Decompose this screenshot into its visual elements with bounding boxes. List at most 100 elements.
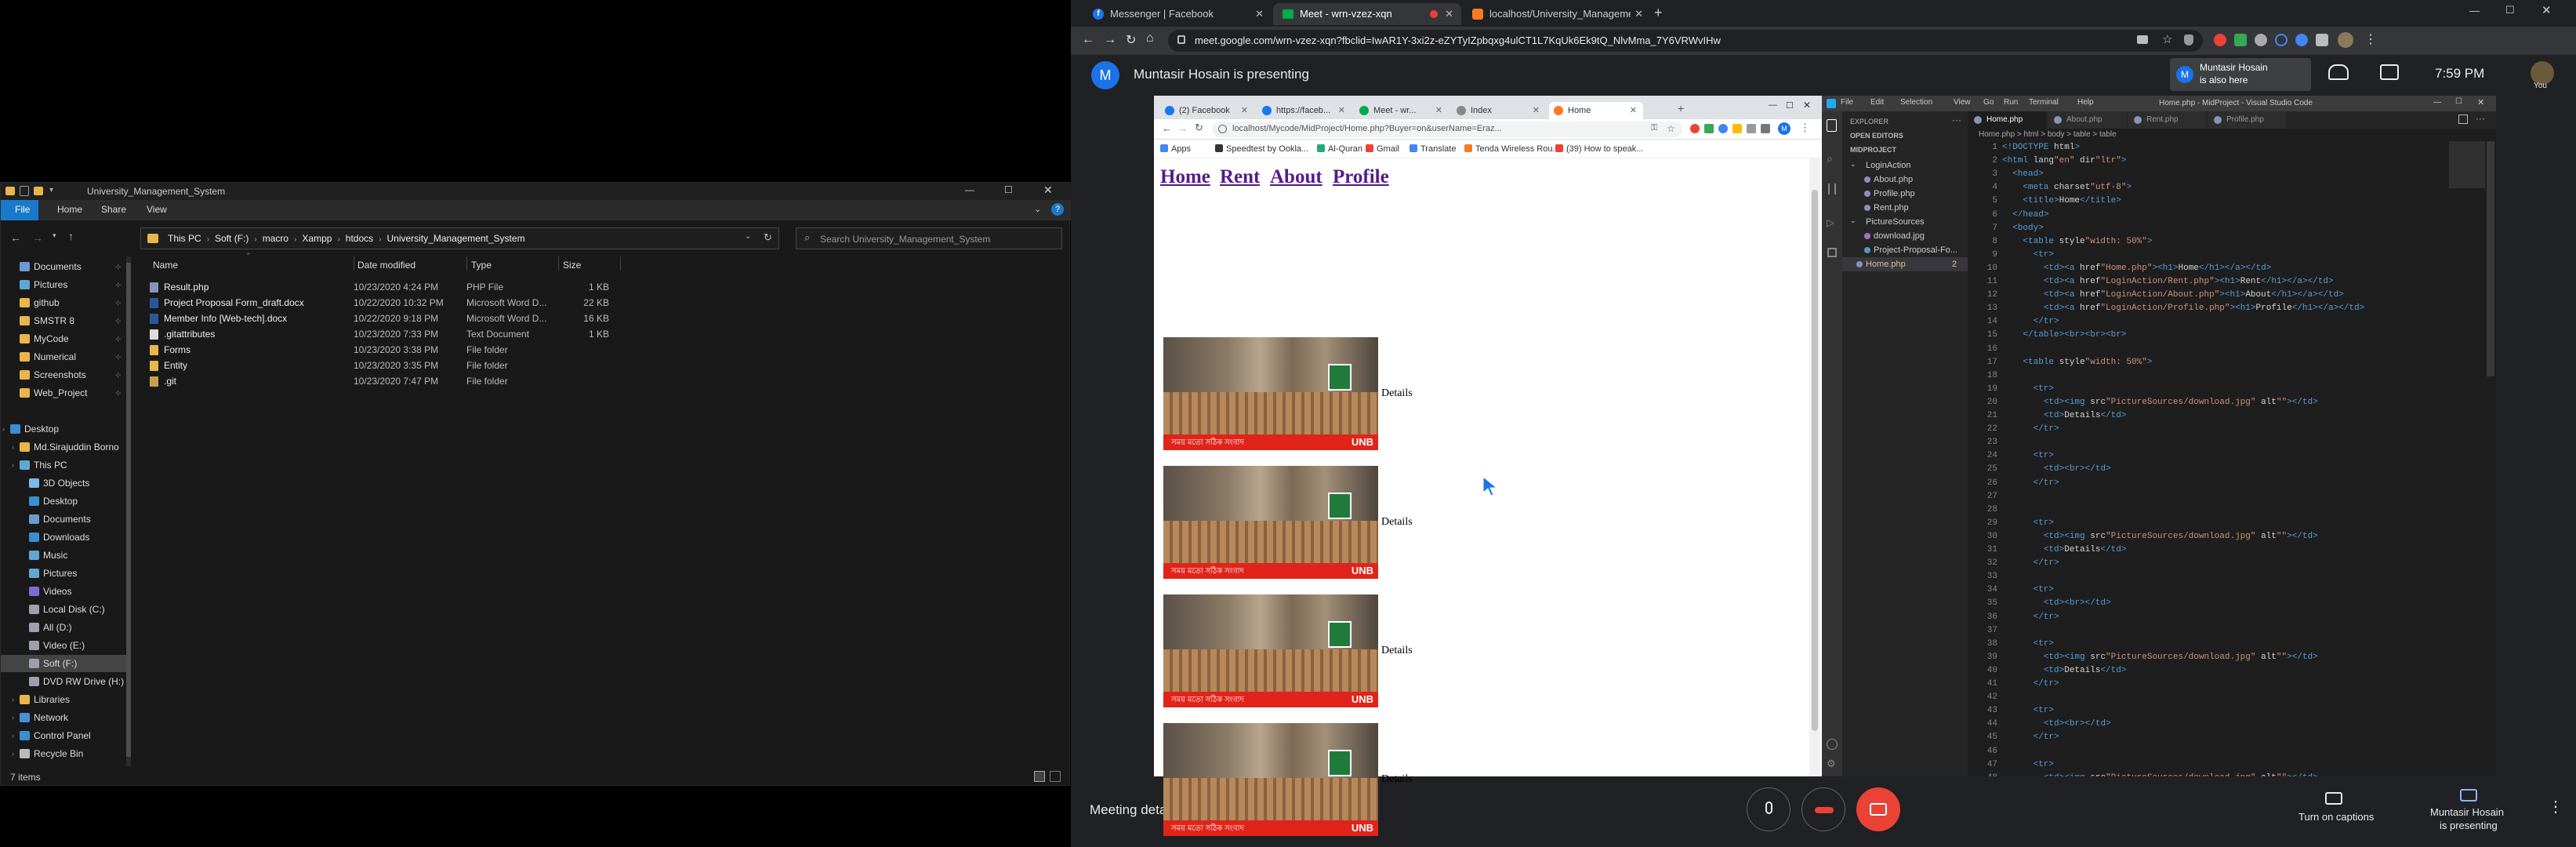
tab-close-icon[interactable]: ✕ [1241,102,1248,119]
expand-chevron-icon[interactable]: › [12,456,14,474]
extension-icon[interactable] [2255,34,2267,46]
inner-omnibox[interactable]: localhost/Mycode/MidProject/Home.php?Buy… [1212,122,1682,137]
minimize-button[interactable]: — [965,184,974,195]
nav-item[interactable]: › Network [1,709,128,726]
inner-tab[interactable]: Home ✕ [1549,102,1643,119]
reload-button[interactable]: ↻ [1126,32,1136,48]
nav-item[interactable]: Documents [1,511,128,528]
breadcrumb-item[interactable]: htdocs [346,233,373,244]
page-scrollbar[interactable] [1809,158,1820,776]
breadcrumb-separator-icon[interactable]: › [207,235,209,244]
nav-item[interactable]: › Libraries [1,691,128,708]
column-divider[interactable] [466,256,467,271]
bookmark-item[interactable]: Al-Quran [1317,144,1362,154]
breadcrumb-separator-icon[interactable]: › [379,235,381,244]
ribbon-tab-home[interactable]: Home [57,204,82,215]
expand-chevron-icon[interactable]: › [12,727,14,744]
file-row[interactable]: .gitattributes 10/23/2020 7:33 PM Text Doc… [147,326,633,343]
expand-chevron-icon[interactable]: › [12,691,14,708]
bookmark-item[interactable]: Gmail [1366,144,1399,154]
forward-button[interactable]: → [1104,33,1116,47]
details-view-icon[interactable] [1034,771,1045,782]
expand-chevron-icon[interactable]: › [12,745,14,762]
nav-item[interactable]: Pictures [1,565,128,582]
breadcrumb-item[interactable]: Xampp [302,233,332,244]
minimap[interactable] [2449,141,2485,188]
file-row[interactable]: .git 10/23/2020 7:47 PM File folder [147,373,633,390]
new-tab-button[interactable]: + [1678,102,1684,115]
forward-button[interactable]: → [32,231,43,244]
menu-item[interactable]: Go [1983,98,1994,107]
editor-tab[interactable]: Profile.php [2208,111,2286,129]
tab-close-icon[interactable]: ✕ [1255,3,1264,25]
ribbon-expand-icon[interactable]: ⌄ [1034,204,1041,214]
extensions-puzzle-icon[interactable] [2316,34,2328,46]
file-row[interactable]: Forms 10/23/2020 3:38 PM File folder [147,342,633,358]
nav-link-rent[interactable]: Rent [1220,166,1260,188]
menu-item[interactable]: Help [2077,98,2094,107]
nav-link-about[interactable]: About [1270,166,1322,188]
omnibox[interactable]: meet.google.com/wrn-vzez-xqn?fbclid=IwAR… [1168,30,2203,52]
nav-item[interactable]: › Md.Sirajuddin Borno [1,438,128,456]
inner-tab[interactable]: Meet - wr... ✕ [1355,102,1449,119]
bookmark-item[interactable]: Tenda Wireless Rou... [1464,144,1560,154]
ribbon-tab-view[interactable]: View [147,204,167,215]
forward-button[interactable]: → [1177,122,1188,134]
breadcrumb-item[interactable]: This PC [168,233,201,244]
maximize-button[interactable]: ☐ [1786,100,1794,111]
extension-icon[interactable] [1732,124,1742,133]
extension-icon[interactable] [2295,34,2308,46]
home-button[interactable]: ⌂ [1146,31,1154,45]
breadcrumb-separator-icon[interactable]: › [294,235,296,244]
extension-icon[interactable] [2275,34,2288,46]
tab-meet[interactable]: Meet - wrn-vzez-xqn ✕ [1273,3,1461,25]
menu-item[interactable]: Terminal [2029,98,2059,107]
menu-item[interactable]: View [1954,98,1971,107]
nav-item[interactable]: › Control Panel [1,727,128,744]
microphone-button[interactable] [1747,787,1791,831]
captions-label[interactable]: Turn on captions [2298,811,2374,823]
chrome-menu-icon[interactable]: ⋮ [2364,31,2377,47]
nav-item[interactable]: › This PC [1,456,128,474]
nav-item[interactable]: Video (E:) [1,637,128,654]
column-header-name[interactable]: Name [153,260,178,271]
pin-icon[interactable]: ⊹ [115,258,122,275]
close-button[interactable]: ✕ [2542,3,2552,17]
chevron-down-icon[interactable]: ▾ [49,186,53,194]
breadcrumb-separator-icon[interactable]: › [337,235,339,244]
nav-item[interactable]: All (D:) [1,619,128,636]
help-icon[interactable]: ? [1051,203,1064,216]
chat-icon[interactable] [2380,64,2399,80]
open-editors-section[interactable]: OPEN EDITORS [1850,132,1903,140]
people-icon[interactable] [2328,64,2349,80]
ribbon-tab-share[interactable]: Share [101,204,126,215]
maximize-button[interactable]: ☐ [2455,97,2462,106]
nav-item[interactable]: Music [1,547,128,564]
nav-item[interactable]: › Desktop [1,420,128,438]
file-row[interactable]: Entity 10/23/2020 3:35 PM File folder [147,358,633,374]
refresh-icon[interactable]: ↻ [764,231,772,244]
tab-close-icon[interactable]: ✕ [1634,3,1643,25]
bookmark-star-icon[interactable]: ☆ [2162,32,2172,46]
extension-shield-icon[interactable] [2184,35,2193,45]
nav-item[interactable]: Videos [1,583,128,600]
bookmark-item[interactable]: Apps [1160,144,1191,154]
extensions-puzzle-icon[interactable] [1761,124,1770,133]
camera-off-button[interactable] [1856,787,1900,831]
tab-close-icon[interactable]: ✕ [1435,102,1442,119]
nav-item[interactable]: Local Disk (C:) [1,601,128,618]
presenting-label-line2[interactable]: is presenting [2440,820,2498,831]
code-editor[interactable]: 1 <!DOCTYPE html> 2 <html lang"en" dir"ltr"… [1822,141,2496,776]
maximize-button[interactable]: ☐ [2505,4,2515,16]
nav-item[interactable]: 3D Objects [1,474,128,492]
tab-localhost[interactable]: localhost/University_Manageme... ✕ [1463,3,1651,25]
editor-scrollbar[interactable] [2487,141,2494,376]
nav-link-home[interactable]: Home [1160,166,1210,188]
camera-permission-icon[interactable] [2137,35,2148,44]
extension-icon[interactable] [2234,34,2247,46]
column-header-size[interactable]: Size [563,260,581,271]
editor-tab[interactable]: About.php [2048,111,2126,129]
chrome-menu-icon[interactable]: ⋮ [1800,122,1810,134]
breadcrumb-item[interactable]: Soft (F:) [215,233,249,244]
tab-close-icon[interactable]: ✕ [1338,102,1345,119]
